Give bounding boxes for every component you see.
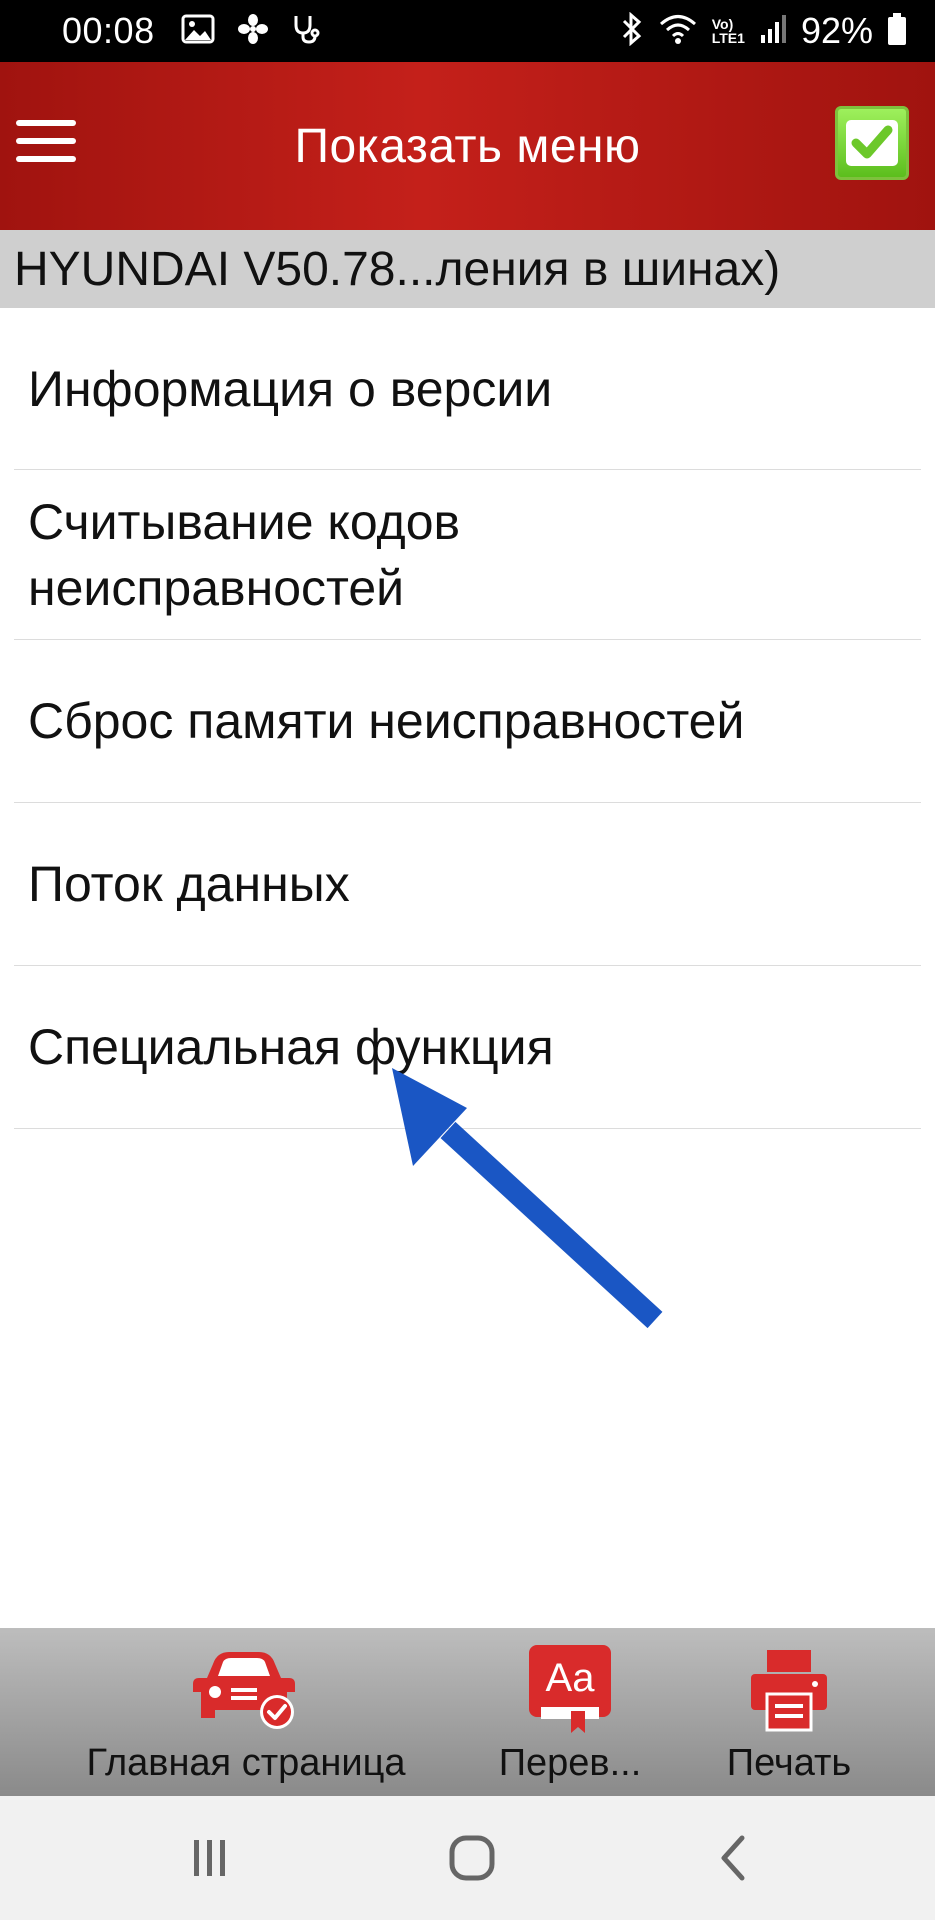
home-nav-icon bbox=[449, 1835, 495, 1881]
status-time: 00:08 bbox=[62, 10, 155, 51]
volte-text: Vo) bbox=[711, 16, 734, 32]
printer-icon bbox=[749, 1642, 829, 1736]
translate-icon: Aa bbox=[527, 1642, 613, 1736]
translate-button[interactable]: Aa Перев... bbox=[490, 1628, 650, 1796]
status-right: Vo) LTE1 92% bbox=[620, 10, 907, 52]
navigation-bar bbox=[0, 1796, 935, 1920]
menu-item-label: Поток данных bbox=[28, 856, 350, 912]
header-title: Показать меню bbox=[294, 119, 641, 173]
back-icon bbox=[721, 1835, 745, 1881]
breadcrumb-text: HYUNDAI V50.78...ления в шинах) bbox=[14, 242, 781, 296]
menu-item-special-function[interactable]: Специальная функция bbox=[14, 966, 921, 1129]
menu-item-label: Информация о версии bbox=[28, 360, 553, 417]
check-icon bbox=[846, 120, 898, 166]
car-icon bbox=[191, 1642, 301, 1736]
battery-percentage: 92% bbox=[800, 10, 873, 51]
status-bar: 00:08 Vo) LTE1 92% bbox=[0, 0, 935, 62]
menu-item-data-stream[interactable]: Поток данных bbox=[14, 803, 921, 966]
menu-item-version-info[interactable]: Информация о версии bbox=[14, 308, 921, 470]
menu-item-label: Специальная функция bbox=[28, 1019, 554, 1075]
menu-item-label: Считывание кодов неисправностей bbox=[28, 493, 461, 616]
print-label: Печать bbox=[726, 1742, 852, 1784]
breadcrumb: HYUNDAI V50.78...ления в шинах) bbox=[0, 230, 935, 308]
menu-item-clear-codes[interactable]: Сброс памяти неисправностей bbox=[14, 640, 921, 803]
translate-icon-text: Aa bbox=[546, 1656, 596, 1700]
volte-icon: Vo) LTE1 bbox=[712, 17, 745, 45]
status-left-icons bbox=[181, 13, 321, 50]
battery-icon bbox=[887, 12, 907, 51]
wifi-icon bbox=[658, 13, 698, 50]
home-label: Главная страница bbox=[86, 1742, 406, 1784]
lte-text: LTE1 bbox=[711, 30, 745, 46]
gallery-icon bbox=[181, 14, 215, 49]
hamburger-icon[interactable] bbox=[16, 120, 76, 168]
fan-icon bbox=[237, 13, 269, 50]
recent-apps-icon bbox=[194, 1840, 225, 1876]
confirm-button[interactable] bbox=[835, 106, 909, 180]
menu-list: Информация о версии Считывание кодов неи… bbox=[0, 308, 935, 1129]
home-button[interactable]: Главная страница bbox=[76, 1628, 416, 1796]
screen: 00:08 Vo) LTE1 92% Показать меню HYUNDAI… bbox=[0, 0, 935, 1920]
translate-label: Перев... bbox=[498, 1742, 642, 1784]
menu-item-read-codes[interactable]: Считывание кодов неисправностей bbox=[14, 470, 921, 640]
print-button[interactable]: Печать bbox=[714, 1628, 864, 1796]
back-button[interactable] bbox=[694, 1826, 774, 1890]
signal-icon bbox=[759, 13, 787, 50]
home-nav-button[interactable] bbox=[432, 1826, 512, 1890]
app-header: Показать меню bbox=[0, 62, 935, 230]
bottom-toolbar: Главная страница Aa Перев... Печать bbox=[0, 1628, 935, 1796]
recent-apps-button[interactable] bbox=[170, 1826, 250, 1890]
stethoscope-icon bbox=[291, 13, 321, 50]
menu-item-label: Сброс памяти неисправностей bbox=[28, 693, 745, 749]
bluetooth-icon bbox=[620, 11, 644, 51]
